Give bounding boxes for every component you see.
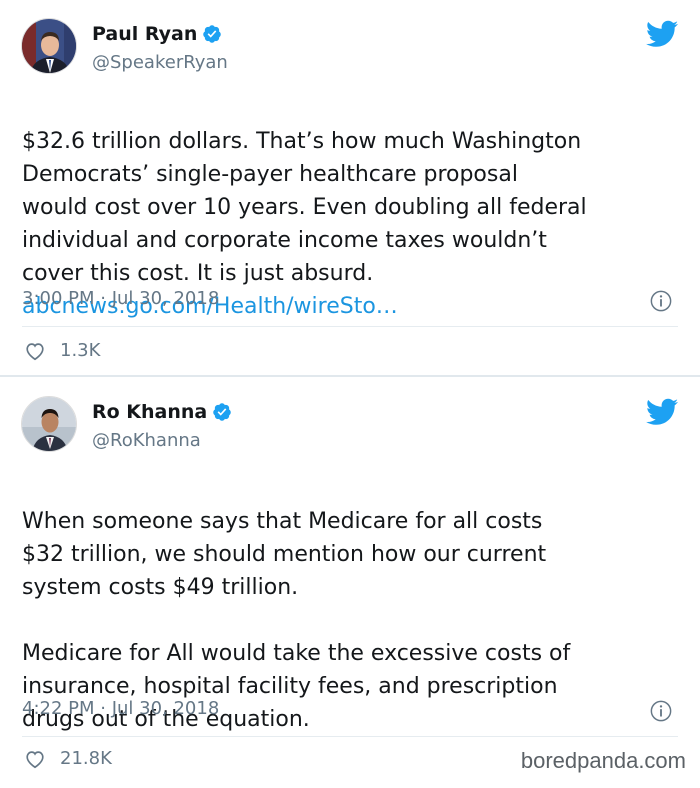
verified-badge-icon [213,403,231,421]
avatar[interactable] [21,396,77,452]
author-name[interactable]: Paul Ryan [92,22,197,46]
avatar[interactable] [21,18,77,74]
author-row: Paul Ryan [92,22,222,46]
avatar-photo [22,19,76,73]
like-count: 1.3K [60,340,101,361]
divider-line [22,736,678,737]
divider-line [22,326,678,327]
heart-icon[interactable] [24,748,46,770]
tweet-timestamp[interactable]: 4:22 PM · Jul 30, 2018 [22,698,219,720]
tweet-timestamp[interactable]: 3:00 PM · Jul 30, 2018 [22,288,219,310]
author-row: Ro Khanna [92,400,232,424]
info-icon[interactable] [650,700,672,722]
like-action[interactable]: 1.3K [24,340,100,362]
author-name[interactable]: Ro Khanna [92,400,207,424]
like-action[interactable]: 21.8K [24,748,112,770]
avatar-photo [22,397,76,451]
author-handle[interactable]: @SpeakerRyan [92,52,228,74]
tweet-text: When someone says that Medicare for all … [22,472,682,736]
info-icon[interactable] [650,290,672,312]
verified-badge-icon [203,25,222,43]
tweet-card: Ro Khanna @RoKhanna When someone says th… [0,376,700,788]
twitter-bird-icon[interactable] [646,398,678,426]
author-handle[interactable]: @RoKhanna [92,430,201,452]
twitter-bird-icon[interactable] [646,20,678,48]
tweet-card: Paul Ryan @SpeakerRyan $32.6 trillion do… [0,0,700,376]
tweet-text-content: $32.6 trillion dollars. That’s how much … [22,129,587,286]
like-count: 21.8K [60,748,112,769]
watermark-text: boredpanda.com [520,748,686,773]
heart-icon[interactable] [24,340,46,362]
tweet-text: $32.6 trillion dollars. That’s how much … [22,92,682,356]
